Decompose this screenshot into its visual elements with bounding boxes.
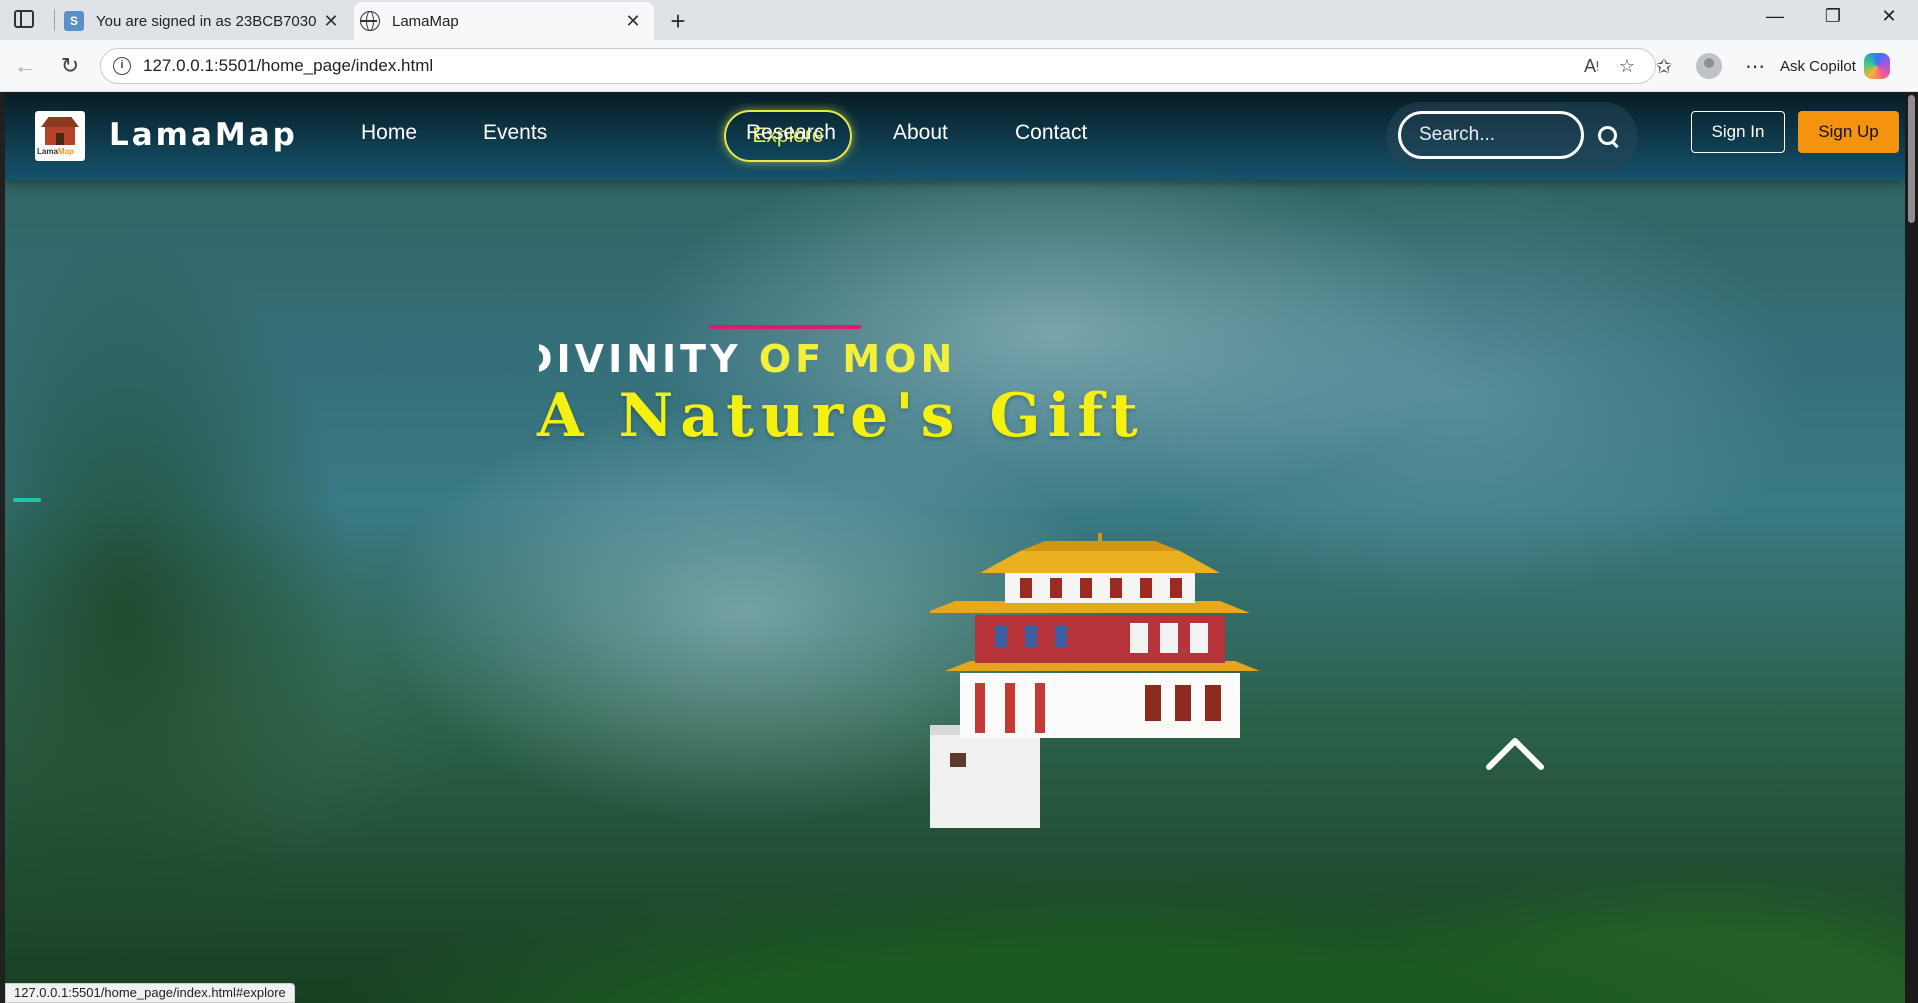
favorite-star-icon[interactable]: ☆ bbox=[1619, 56, 1635, 77]
site-navbar: LamaMap LamaMap Home Events Explore Rese… bbox=[5, 93, 1905, 180]
copilot-label: Ask Copilot bbox=[1780, 57, 1856, 75]
more-options-icon[interactable]: ⋯ bbox=[1741, 54, 1769, 79]
s-badge-icon: S bbox=[64, 11, 84, 31]
nav-events[interactable]: Events bbox=[483, 121, 547, 145]
site-logo[interactable]: LamaMap bbox=[35, 111, 85, 161]
scrollbar-thumb[interactable] bbox=[1908, 95, 1915, 223]
minimize-icon[interactable]: — bbox=[1752, 6, 1798, 27]
typed-highlight: OF MONAST bbox=[758, 337, 951, 381]
nav-home[interactable]: Home bbox=[361, 121, 417, 145]
globe-icon bbox=[360, 11, 380, 31]
nav-about[interactable]: About bbox=[893, 121, 948, 145]
sign-in-button[interactable]: Sign In bbox=[1691, 111, 1785, 153]
browser-tab-signin[interactable]: S You are signed in as 23BCB7030 ✕ bbox=[58, 2, 352, 40]
scroll-to-top-icon[interactable] bbox=[1485, 733, 1545, 773]
restore-icon[interactable]: ❐ bbox=[1810, 6, 1856, 27]
close-tab-icon[interactable]: ✕ bbox=[320, 11, 342, 32]
nav-research[interactable]: Research bbox=[746, 121, 836, 145]
profile-avatar[interactable] bbox=[1696, 53, 1722, 79]
close-window-icon[interactable]: ✕ bbox=[1866, 6, 1912, 27]
favorites-icon[interactable]: ✩ bbox=[1650, 54, 1678, 79]
tab-separator bbox=[54, 9, 55, 31]
page-scrollbar[interactable] bbox=[1905, 93, 1918, 1003]
refresh-icon[interactable]: ↻ bbox=[55, 53, 85, 79]
hero-underline bbox=[709, 325, 861, 329]
search-container bbox=[1386, 102, 1638, 172]
copilot-button[interactable]: Ask Copilot bbox=[1780, 50, 1890, 82]
site-info-icon[interactable]: i bbox=[113, 57, 131, 75]
close-tab-icon[interactable]: ✕ bbox=[622, 11, 644, 32]
monastery-image bbox=[930, 533, 1260, 828]
side-indicator[interactable] bbox=[13, 498, 41, 502]
status-bar-url: 127.0.0.1:5501/home_page/index.html#expl… bbox=[5, 983, 295, 1003]
logo-text-lama: Lama bbox=[37, 147, 58, 156]
logo-roof-shape bbox=[41, 117, 79, 127]
hero-title: A Nature's Gift bbox=[537, 381, 1145, 451]
nav-contact[interactable]: Contact bbox=[1015, 121, 1087, 145]
tab-title: You are signed in as 23BCB7030 bbox=[96, 12, 317, 30]
sign-up-button[interactable]: Sign Up bbox=[1798, 111, 1899, 153]
brand-name[interactable]: LamaMap bbox=[109, 117, 298, 153]
tab-title: LamaMap bbox=[392, 12, 459, 30]
hero-background bbox=[5, 93, 1905, 1003]
tab-actions-icon[interactable] bbox=[14, 10, 34, 28]
address-field[interactable]: i 127.0.0.1:5501/home_page/index.html Aᵎ… bbox=[100, 48, 1656, 84]
new-tab-icon[interactable]: + bbox=[664, 6, 692, 37]
hero-typed-text: DIVINITY OF MONAST bbox=[539, 337, 951, 381]
browser-tab-lamamap[interactable]: LamaMap ✕ bbox=[354, 2, 654, 40]
browser-tab-bar: S You are signed in as 23BCB7030 ✕ LamaM… bbox=[0, 0, 1918, 40]
read-aloud-icon[interactable]: Aᵎ bbox=[1584, 56, 1599, 77]
back-icon[interactable]: ← bbox=[10, 53, 40, 79]
copilot-icon bbox=[1863, 53, 1890, 79]
typed-white: DIVINITY bbox=[539, 337, 759, 381]
logo-text-map: Map bbox=[57, 147, 74, 156]
search-icon[interactable] bbox=[1596, 124, 1622, 150]
address-bar-row: ← ↻ i 127.0.0.1:5501/home_page/index.htm… bbox=[0, 40, 1918, 92]
page-viewport: LamaMap LamaMap Home Events Explore Rese… bbox=[5, 93, 1905, 1003]
logo-text: LamaMap bbox=[37, 147, 74, 156]
search-input[interactable] bbox=[1398, 111, 1584, 159]
logo-temple-shape bbox=[45, 127, 75, 145]
url-text[interactable]: 127.0.0.1:5501/home_page/index.html bbox=[143, 56, 1584, 76]
